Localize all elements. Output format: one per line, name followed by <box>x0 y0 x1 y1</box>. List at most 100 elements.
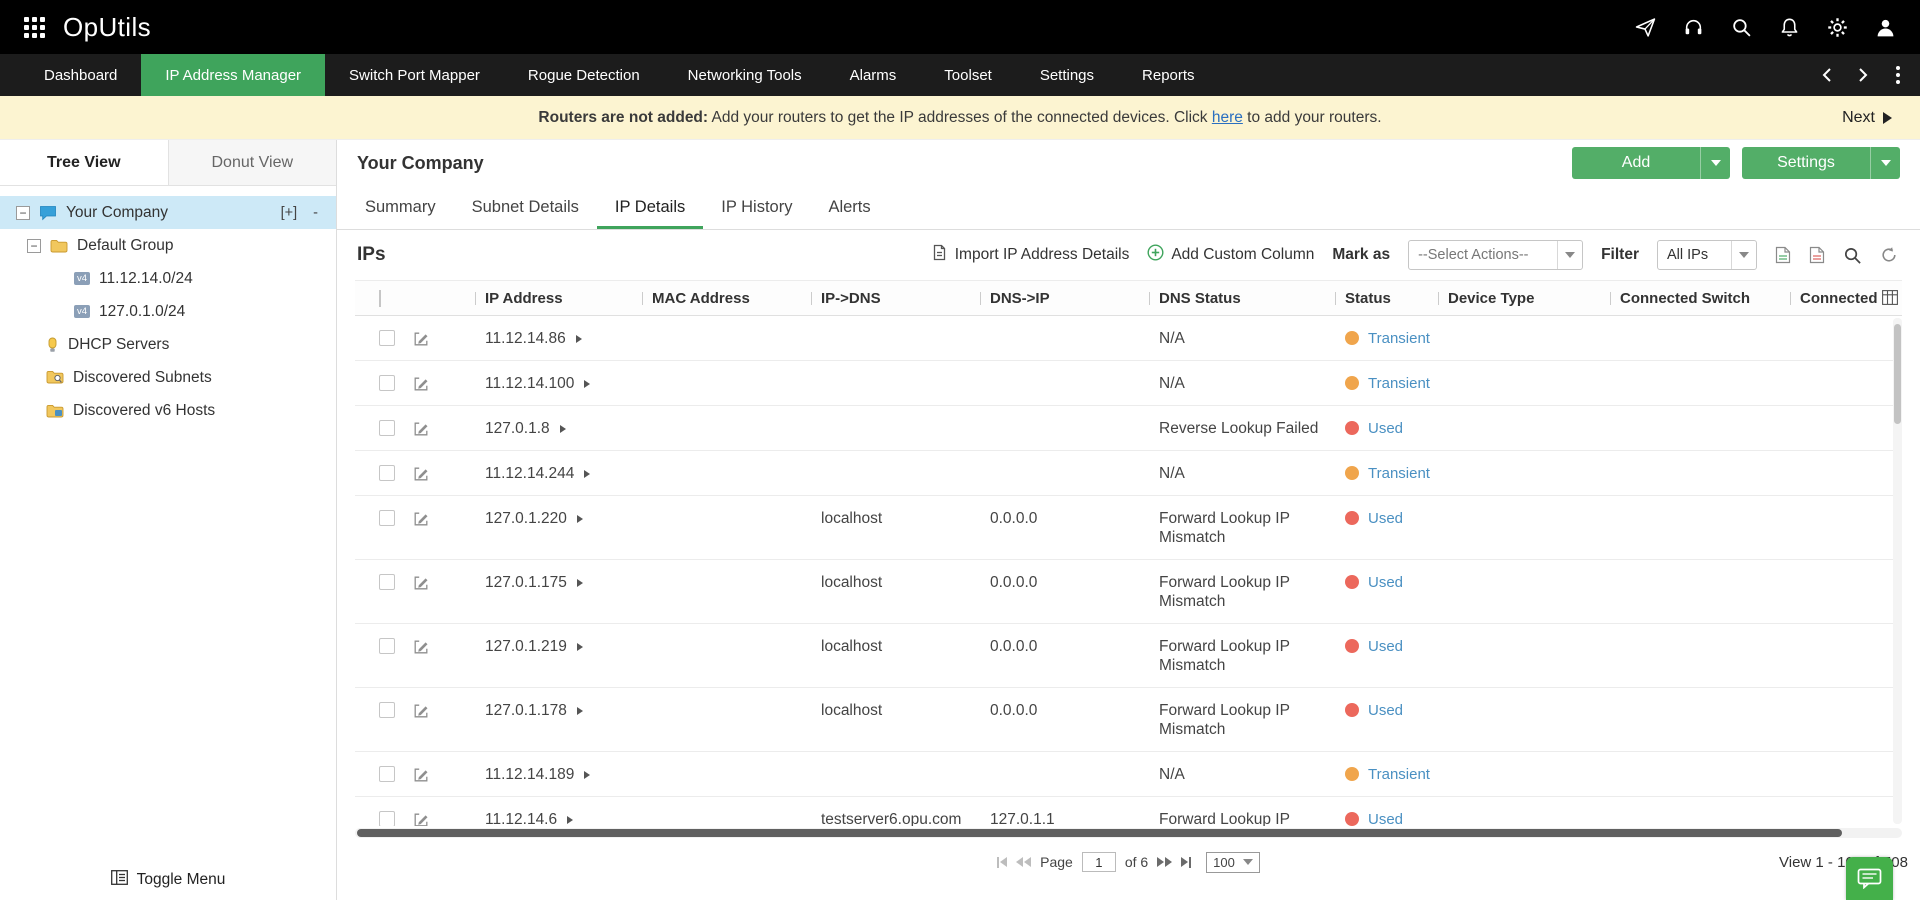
edit-icon[interactable] <box>413 639 429 655</box>
notifications-icon[interactable] <box>1778 16 1800 38</box>
add-dropdown-caret[interactable] <box>1700 147 1730 179</box>
nav-scroll-left-icon[interactable] <box>1814 62 1840 88</box>
expand-row-icon[interactable] <box>567 816 574 824</box>
table-search-icon[interactable] <box>1843 246 1862 265</box>
tree-item-discovered-subnets[interactable]: Discovered Subnets <box>0 361 336 394</box>
tree-item-dhcp-servers[interactable]: DHCP Servers <box>0 328 336 361</box>
status-link[interactable]: Used <box>1368 419 1403 438</box>
nav-scroll-right-icon[interactable] <box>1850 62 1876 88</box>
feedback-chat-button[interactable] <box>1846 857 1893 900</box>
first-page-icon[interactable] <box>997 856 1008 868</box>
expand-row-icon[interactable] <box>576 707 583 715</box>
status-link[interactable]: Transient <box>1368 765 1430 784</box>
announcement-icon[interactable] <box>1634 16 1656 38</box>
nav-item-settings[interactable]: Settings <box>1016 54 1118 96</box>
page-size-dropdown[interactable]: 100 <box>1206 851 1260 873</box>
status-link[interactable]: Transient <box>1368 464 1430 483</box>
horizontal-scrollbar-thumb[interactable] <box>357 829 1843 837</box>
expand-row-icon[interactable] <box>584 470 591 478</box>
tree-item-discovered-v6-hosts[interactable]: Discovered v6 Hosts <box>0 394 336 427</box>
settings-gear-icon[interactable] <box>1826 16 1848 38</box>
tree-item-default-group[interactable]: − Default Group <box>0 229 336 262</box>
edit-icon[interactable] <box>413 703 429 719</box>
row-checkbox[interactable] <box>379 574 395 590</box>
tree-item-subnet-127-0-1-0[interactable]: v4 127.0.1.0/24 <box>0 295 336 328</box>
tab-alerts[interactable]: Alerts <box>810 186 888 229</box>
add-button-label[interactable]: Add <box>1572 147 1700 179</box>
nav-item-toolset[interactable]: Toolset <box>920 54 1016 96</box>
tab-summary[interactable]: Summary <box>347 186 454 229</box>
nav-item-alarms[interactable]: Alarms <box>826 54 921 96</box>
nav-item-networking-tools[interactable]: Networking Tools <box>664 54 826 96</box>
add-button[interactable]: Add <box>1572 147 1730 179</box>
expand-row-icon[interactable] <box>576 579 583 587</box>
edit-icon[interactable] <box>413 812 429 826</box>
expand-row-icon[interactable] <box>576 515 583 523</box>
nav-item-switch-port-mapper[interactable]: Switch Port Mapper <box>325 54 504 96</box>
status-link[interactable]: Transient <box>1368 374 1430 393</box>
toggle-menu-button[interactable]: Toggle Menu <box>0 870 336 890</box>
row-checkbox[interactable] <box>379 766 395 782</box>
export-pdf-icon[interactable] <box>1809 246 1825 264</box>
status-link[interactable]: Transient <box>1368 329 1430 348</box>
select-actions-dropdown[interactable]: --Select Actions-- <box>1408 240 1584 270</box>
status-link[interactable]: Used <box>1368 810 1403 826</box>
previous-page-icon[interactable] <box>1016 857 1032 867</box>
tree-item-subnet-11-12-14-0[interactable]: v4 11.12.14.0/24 <box>0 262 336 295</box>
status-link[interactable]: Used <box>1368 701 1403 720</box>
row-checkbox[interactable] <box>379 330 395 346</box>
row-checkbox[interactable] <box>379 638 395 654</box>
status-link[interactable]: Used <box>1368 637 1403 656</box>
banner-here-link[interactable]: here <box>1212 109 1243 126</box>
expand-row-icon[interactable] <box>584 771 591 779</box>
nav-overflow-menu-icon[interactable] <box>1886 66 1910 84</box>
edit-icon[interactable] <box>413 575 429 591</box>
edit-icon[interactable] <box>413 466 429 482</box>
expand-row-icon[interactable] <box>559 425 566 433</box>
support-icon[interactable] <box>1682 16 1704 38</box>
vertical-scrollbar-thumb[interactable] <box>1894 324 1901 424</box>
edit-icon[interactable] <box>413 421 429 437</box>
tab-subnet-details[interactable]: Subnet Details <box>454 186 597 229</box>
edit-icon[interactable] <box>413 511 429 527</box>
column-chooser-icon[interactable] <box>1882 290 1898 310</box>
expand-row-icon[interactable] <box>584 380 591 388</box>
status-link[interactable]: Used <box>1368 573 1403 592</box>
nav-item-ip-address-manager[interactable]: IP Address Manager <box>141 54 326 96</box>
row-checkbox[interactable] <box>379 465 395 481</box>
banner-next-button[interactable]: Next <box>1842 109 1892 127</box>
tab-donut-view[interactable]: Donut View <box>167 140 336 185</box>
settings-button-label[interactable]: Settings <box>1742 147 1870 179</box>
horizontal-scrollbar[interactable] <box>355 828 1902 838</box>
row-checkbox[interactable] <box>379 420 395 436</box>
add-group-control[interactable]: [+] <box>281 205 298 221</box>
select-all-checkbox[interactable] <box>379 289 381 307</box>
next-page-icon[interactable] <box>1157 857 1173 867</box>
filter-dropdown[interactable]: All IPs <box>1657 240 1757 270</box>
export-csv-icon[interactable] <box>1775 246 1791 264</box>
collapse-icon[interactable]: − <box>16 205 30 220</box>
row-checkbox[interactable] <box>379 375 395 391</box>
page-number-input[interactable] <box>1081 852 1116 872</box>
refresh-icon[interactable] <box>1880 246 1898 264</box>
collapse-icon[interactable]: − <box>27 238 41 253</box>
nav-item-reports[interactable]: Reports <box>1118 54 1219 96</box>
user-icon[interactable] <box>1874 16 1896 38</box>
tree-item-your-company[interactable]: − Your Company [+] - <box>0 196 336 229</box>
row-checkbox[interactable] <box>379 702 395 718</box>
nav-item-rogue-detection[interactable]: Rogue Detection <box>504 54 664 96</box>
row-checkbox[interactable] <box>379 811 395 826</box>
expand-row-icon[interactable] <box>576 643 583 651</box>
search-icon[interactable] <box>1730 16 1752 38</box>
import-ip-details-button[interactable]: Import IP Address Details <box>931 244 1129 266</box>
last-page-icon[interactable] <box>1181 856 1192 868</box>
nav-item-dashboard[interactable]: Dashboard <box>20 54 141 96</box>
tab-ip-details[interactable]: IP Details <box>597 186 703 229</box>
expand-row-icon[interactable] <box>575 335 582 343</box>
settings-button[interactable]: Settings <box>1742 147 1900 179</box>
add-custom-column-button[interactable]: Add Custom Column <box>1147 244 1314 266</box>
tab-tree-view[interactable]: Tree View <box>0 140 168 185</box>
edit-icon[interactable] <box>413 376 429 392</box>
edit-icon[interactable] <box>413 767 429 783</box>
vertical-scrollbar[interactable] <box>1893 318 1902 824</box>
